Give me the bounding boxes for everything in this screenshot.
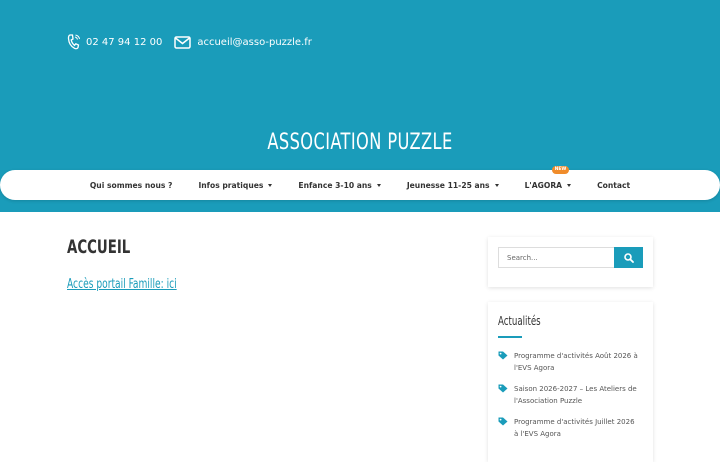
page-title: ACCUEIL <box>67 236 131 258</box>
nav-item-label: Qui sommes nous ? <box>89 180 173 190</box>
phone-number: 02 47 94 12 00 <box>86 36 163 48</box>
news-item[interactable]: Programme d'activités Août 2026 à l'EVS … <box>498 350 638 374</box>
news-widget-title: Actualités <box>498 314 541 328</box>
portal-famille-link[interactable]: Accès portail Famille: ici <box>67 277 177 292</box>
caret-down-icon <box>376 183 381 187</box>
nav-item-label: L'AGORA <box>524 180 563 190</box>
nav-item-label: Enfance 3-10 ans <box>298 180 372 190</box>
caret-down-icon <box>494 183 499 187</box>
news-item[interactable]: Programme d'activités Juillet 2026 à l'E… <box>498 416 638 440</box>
site-header: 02 47 94 12 00 accueil@asso-puzzle.fr AS… <box>0 0 720 212</box>
tag-icon <box>498 417 508 426</box>
news-item-link[interactable]: Programme d'activités Juillet 2026 à l'E… <box>514 416 638 440</box>
nav-item-jeunesse[interactable]: Jeunesse 11-25 ans <box>407 181 499 190</box>
title-underline <box>498 336 522 338</box>
search-widget <box>488 237 653 287</box>
contact-bar: 02 47 94 12 00 accueil@asso-puzzle.fr <box>67 34 324 50</box>
email-contact[interactable]: accueil@asso-puzzle.fr <box>174 35 312 49</box>
email-address: accueil@asso-puzzle.fr <box>197 36 312 48</box>
caret-down-icon <box>567 183 572 187</box>
search-icon <box>623 252 634 263</box>
news-item[interactable]: Saison 2026-2027 – Les Ateliers de l'Ass… <box>498 383 638 407</box>
nav-item-contact[interactable]: Contact <box>597 181 630 190</box>
site-title[interactable]: ASSOCIATION PUZZLE <box>65 130 655 155</box>
news-widget: Actualités Programme d'activités Août 20… <box>488 302 653 462</box>
new-badge: NEW <box>551 165 570 174</box>
nav-item-qui-sommes-nous[interactable]: Qui sommes nous ? <box>90 181 173 190</box>
tag-icon <box>498 384 508 393</box>
phone-contact[interactable]: 02 47 94 12 00 <box>67 34 162 50</box>
search-input[interactable] <box>498 247 614 268</box>
nav-item-label: Infos pratiques <box>198 180 264 190</box>
news-item-link[interactable]: Programme d'activités Août 2026 à l'EVS … <box>514 350 638 374</box>
caret-down-icon <box>268 183 273 187</box>
nav-item-enfance[interactable]: Enfance 3-10 ans <box>298 180 381 190</box>
nav-item-infos-pratiques[interactable]: Infos pratiques <box>198 180 273 190</box>
search-button[interactable] <box>614 247 643 268</box>
news-item-link[interactable]: Saison 2026-2027 – Les Ateliers de l'Ass… <box>514 383 638 407</box>
tag-icon <box>498 351 508 360</box>
envelope-icon <box>174 35 192 49</box>
nav-item-label: Jeunesse 11-25 ans <box>406 180 490 190</box>
phone-icon <box>67 34 80 50</box>
nav-item-agora[interactable]: NEW L'AGORA <box>524 165 572 190</box>
nav-item-label: Contact <box>597 180 631 190</box>
news-list: Programme d'activités Août 2026 à l'EVS … <box>498 350 638 449</box>
main-navigation: Qui sommes nous ? Infos pratiques Enfanc… <box>0 165 720 200</box>
